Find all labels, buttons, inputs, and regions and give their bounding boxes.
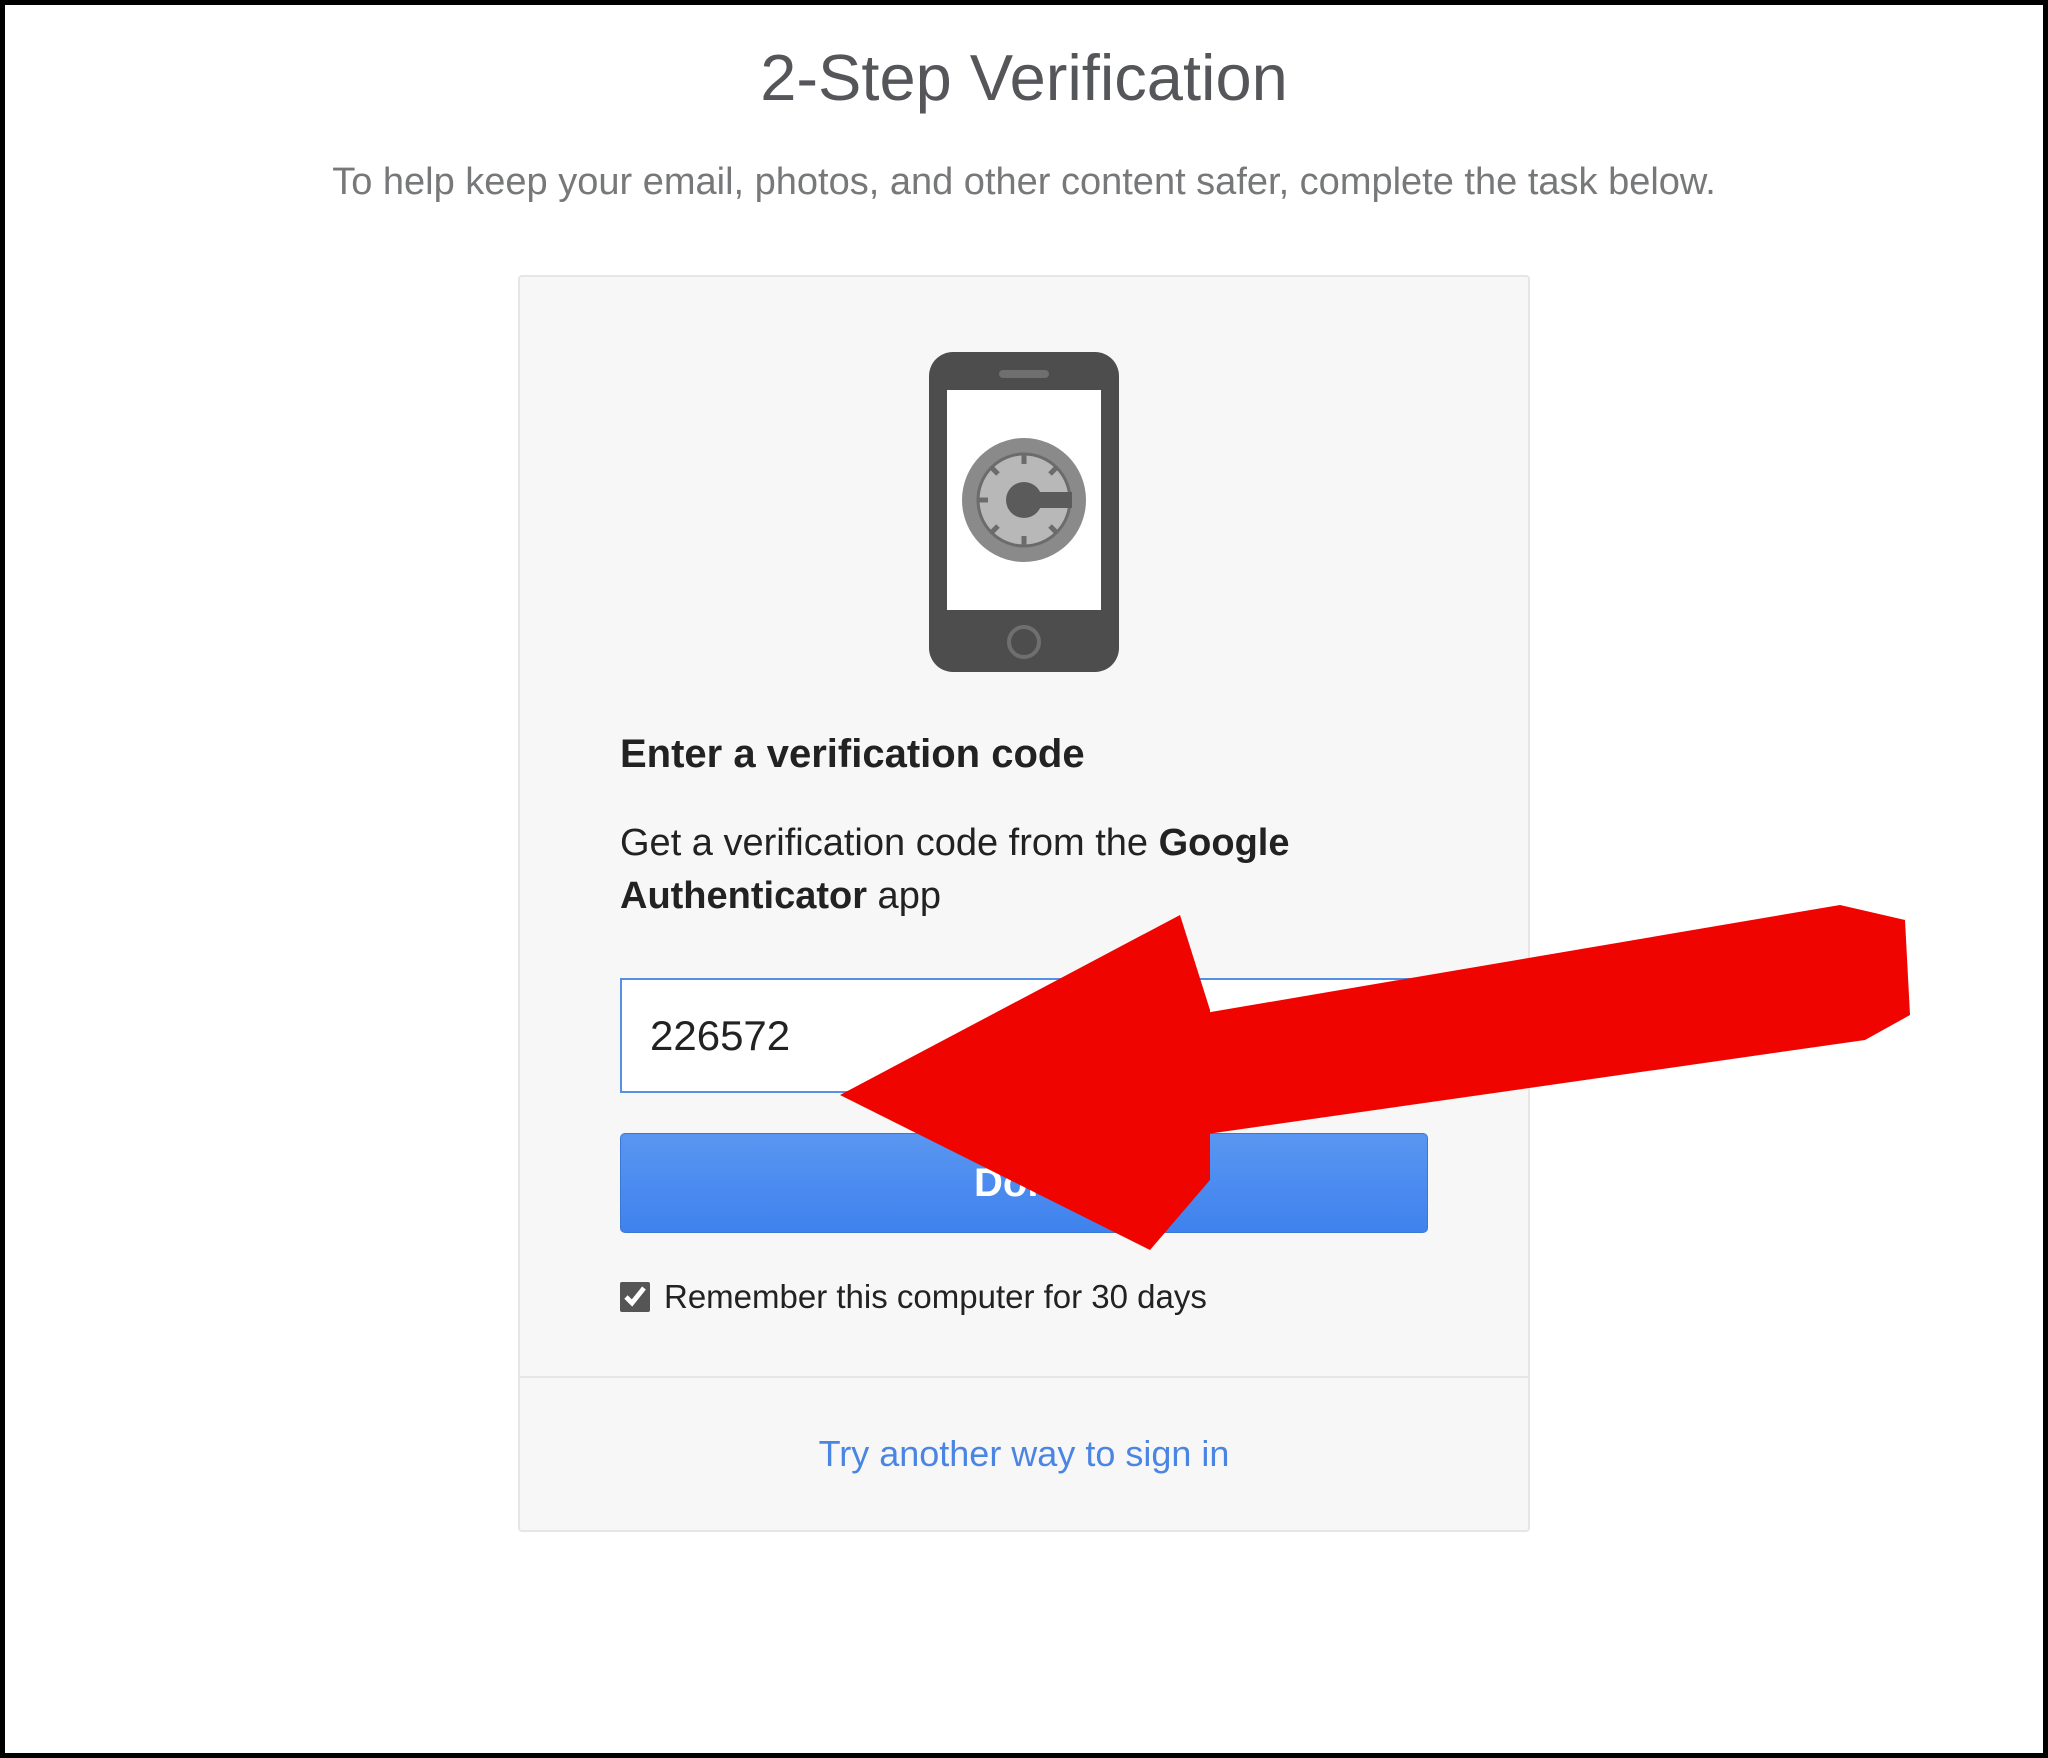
instruction-suffix: app	[867, 875, 941, 917]
instruction-prefix: Get a verification code from the	[620, 822, 1159, 864]
card-body: Enter a verification code Get a verifica…	[520, 277, 1528, 1376]
page-subtitle: To help keep your email, photos, and oth…	[5, 155, 2043, 210]
enter-code-heading: Enter a verification code	[620, 732, 1428, 777]
try-another-way-link[interactable]: Try another way to sign in	[819, 1433, 1230, 1474]
remember-label: Remember this computer for 30 days	[664, 1278, 1207, 1316]
verification-card: Enter a verification code Get a verifica…	[518, 275, 1530, 1532]
verification-page: 2-Step Verification To help keep your em…	[0, 0, 2048, 1758]
page-title: 2-Step Verification	[5, 40, 2043, 115]
card-footer: Try another way to sign in	[520, 1376, 1528, 1530]
instruction-text: Get a verification code from the Google …	[620, 817, 1428, 923]
remember-checkbox[interactable]	[620, 1282, 650, 1312]
phone-icon-wrap	[620, 352, 1428, 677]
verification-code-input[interactable]	[620, 978, 1428, 1093]
done-button[interactable]: Done	[620, 1133, 1428, 1233]
remember-row[interactable]: Remember this computer for 30 days	[620, 1278, 1428, 1316]
phone-authenticator-icon	[929, 352, 1119, 677]
